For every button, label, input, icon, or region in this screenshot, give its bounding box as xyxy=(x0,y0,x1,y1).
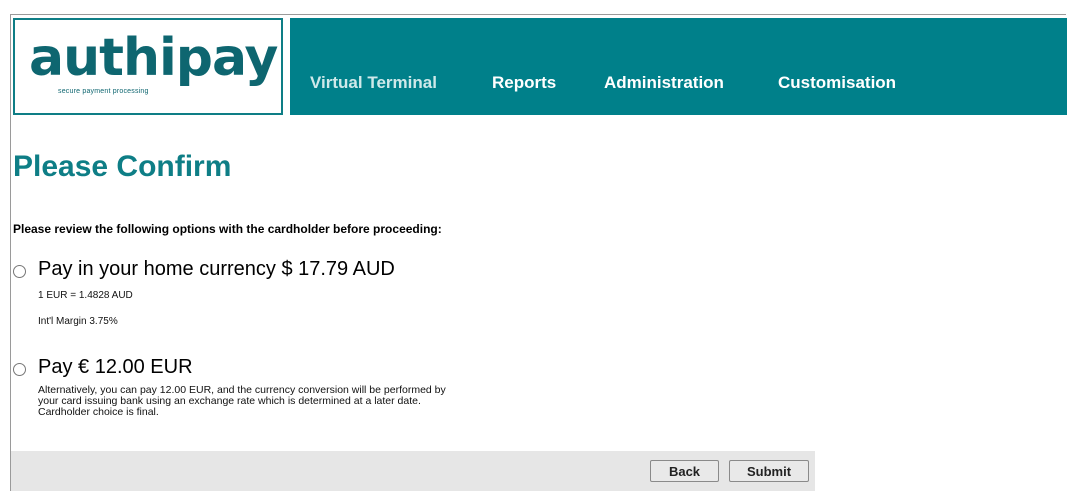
page-title: Please Confirm xyxy=(13,150,232,183)
eur-description: Alternatively, you can pay 12.00 EUR, an… xyxy=(38,384,446,418)
back-button[interactable]: Back xyxy=(650,460,719,482)
eur-label[interactable]: Pay € 12.00 EUR xyxy=(38,356,193,379)
logo: authipay secure payment processing xyxy=(13,18,283,115)
exchange-rate-text: 1 EUR = 1.4828 AUD xyxy=(38,290,133,301)
nav-virtual-terminal[interactable]: Virtual Terminal xyxy=(310,73,437,93)
home-currency-label[interactable]: Pay in your home currency $ 17.79 AUD xyxy=(38,258,395,281)
home-currency-radio[interactable] xyxy=(13,265,26,278)
nav-reports[interactable]: Reports xyxy=(492,73,556,93)
top-nav: Virtual Terminal Reports Administration … xyxy=(290,18,1067,115)
submit-button[interactable]: Submit xyxy=(729,460,809,482)
nav-administration[interactable]: Administration xyxy=(604,73,724,93)
margin-text: Int'l Margin 3.75% xyxy=(38,316,118,327)
logo-tagline: secure payment processing xyxy=(58,88,149,95)
eur-radio[interactable] xyxy=(13,363,26,376)
review-instructions: Please review the following options with… xyxy=(13,222,442,236)
logo-text: authipay xyxy=(29,28,278,88)
nav-customisation[interactable]: Customisation xyxy=(778,73,896,93)
